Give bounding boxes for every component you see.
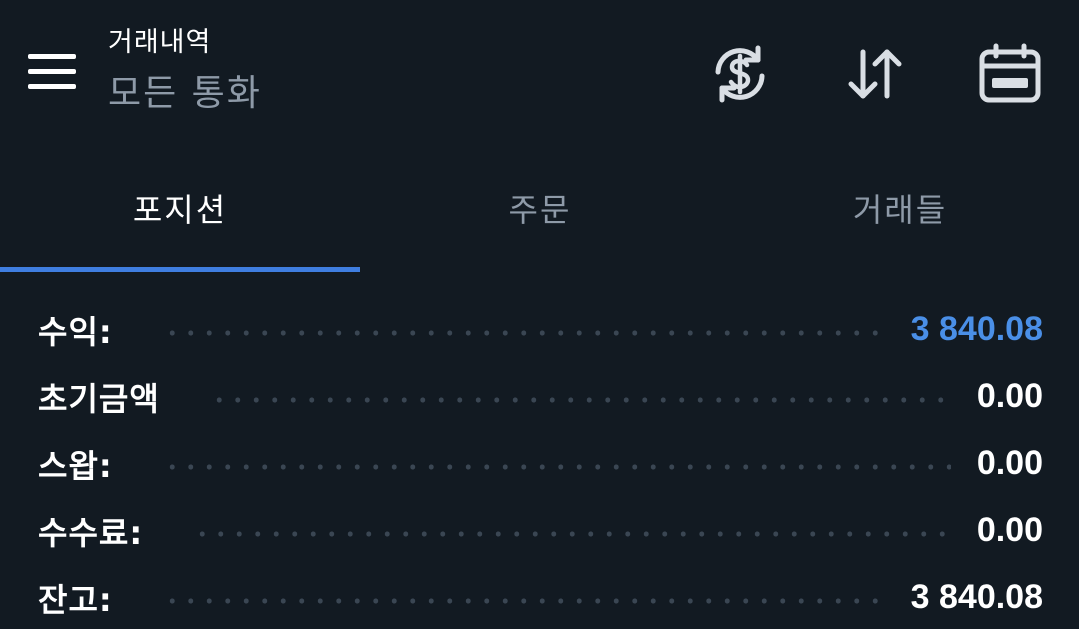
dotted-leader [162, 597, 885, 604]
tab-bar: 포지션 주문 거래들 [0, 150, 1079, 274]
currency-filter-label[interactable]: 모든 통화 [108, 70, 262, 118]
summary-label: 잔고: [38, 580, 113, 619]
summary-row-profit: 수익: 3 840.08 [0, 296, 1079, 363]
summary-label: 수수료: [38, 513, 144, 552]
app-header: 거래내역 모든 통화 [0, 0, 1079, 150]
trade-history-screen: 거래내역 모든 통화 포지션 주문 거래들 수익: 3 840.08 초기금액 … [0, 0, 1079, 629]
summary-row-balance: 잔고: 3 840.08 [0, 564, 1079, 629]
dotted-leader [193, 530, 951, 537]
dotted-leader [209, 396, 951, 403]
summary-label: 스왑: [38, 446, 113, 485]
summary-value: 0.00 [976, 444, 1043, 482]
currency-exchange-icon[interactable] [708, 42, 772, 106]
summary-row-swap: 스왑: 0.00 [0, 430, 1079, 497]
hamburger-menu-icon[interactable] [28, 54, 76, 90]
calendar-icon[interactable] [978, 42, 1042, 106]
summary-row-commission: 수수료: 0.00 [0, 497, 1079, 564]
summary-label: 수익: [38, 312, 113, 351]
dotted-leader [162, 329, 885, 336]
dotted-leader [162, 463, 951, 470]
summary-label: 초기금액 [38, 379, 160, 418]
tab-deals[interactable]: 거래들 [720, 150, 1079, 270]
title-block: 거래내역 모든 통화 [108, 26, 262, 118]
active-tab-indicator [0, 267, 360, 272]
summary-list: 수익: 3 840.08 초기금액 0.00 스왑: 0.00 수수료: 0.0… [0, 296, 1079, 629]
summary-value: 3 840.08 [910, 578, 1043, 616]
tab-positions[interactable]: 포지션 [0, 150, 360, 270]
summary-row-initial-amount: 초기금액 0.00 [0, 363, 1079, 430]
tab-orders[interactable]: 주문 [360, 150, 720, 270]
sort-arrows-icon[interactable] [843, 42, 907, 106]
summary-value: 0.00 [976, 377, 1043, 415]
summary-value: 0.00 [976, 511, 1043, 549]
summary-value: 3 840.08 [910, 310, 1043, 348]
page-title: 거래내역 [108, 27, 212, 58]
